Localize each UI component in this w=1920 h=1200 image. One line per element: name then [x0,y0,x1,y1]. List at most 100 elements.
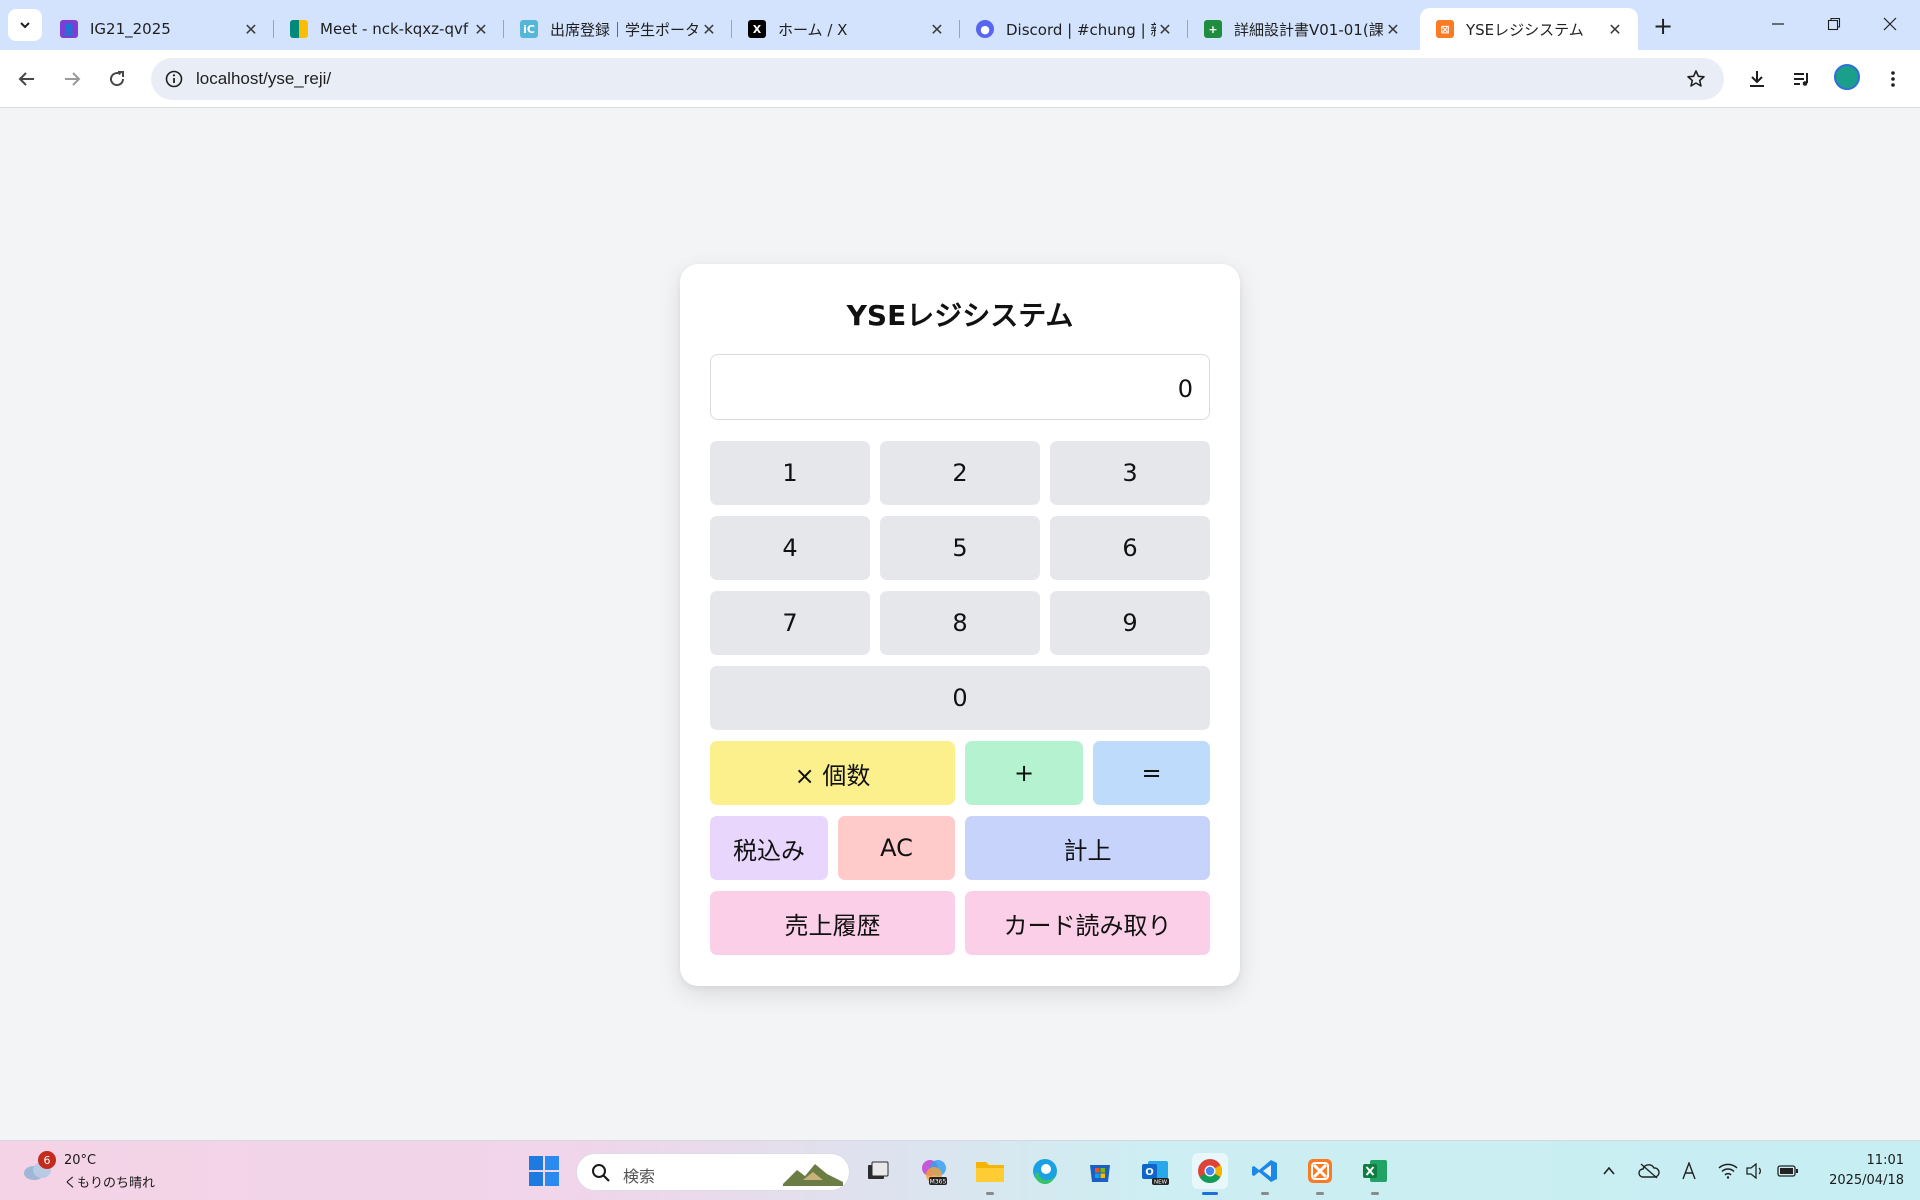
xampp-icon[interactable] [1302,1153,1338,1195]
address-bar[interactable]: localhost/yse_reji/ [151,58,1724,100]
excel-icon[interactable] [1357,1153,1393,1195]
vscode-icon[interactable] [1247,1153,1283,1195]
record-sale-button[interactable]: 計上 [965,816,1210,880]
clock-time: 11:01 [1866,1153,1904,1168]
all-clear-button[interactable]: AC [838,816,955,880]
search-label: 検索 [623,1167,656,1186]
plus-button[interactable]: + [965,741,1083,805]
sales-history-button[interactable]: 売上履歴 [710,891,955,955]
tab-title: Meet - nck-kqxz-qvf [320,20,469,38]
key-1[interactable]: 1 [710,441,870,505]
xampp-icon: ⊠ [1436,20,1454,38]
reload-icon [110,71,125,87]
tab-discord[interactable]: ● Discord | #chung | 新 ✕ [960,8,1188,50]
chevron-down-icon [20,22,30,29]
onedrive-icon[interactable] [1636,1159,1662,1183]
running-indicator [1371,1192,1379,1195]
weather-widget[interactable]: 6 20°C くもりのち晴れ [22,1151,172,1191]
active-indicator [1202,1192,1218,1195]
taskbar-search[interactable]: 検索 [576,1153,850,1191]
key-3[interactable]: 3 [1050,441,1210,505]
restore-button[interactable] [1806,0,1862,48]
x-icon: X [748,20,766,38]
site-info-icon[interactable] [165,70,183,88]
tab-yse-reji[interactable]: ⊠ YSEレジシステム ✕ [1420,8,1638,50]
close-icon[interactable]: ✕ [1384,20,1402,39]
battery-icon[interactable] [1775,1159,1801,1183]
volume-icon[interactable] [1742,1159,1768,1183]
profile-avatar[interactable] [1834,64,1860,90]
close-icon[interactable]: ✕ [242,20,260,39]
close-icon[interactable]: ✕ [700,20,718,39]
tab-meet[interactable]: Meet - nck-kqxz-qvf ✕ [274,8,504,50]
key-2[interactable]: 2 [880,441,1040,505]
key-8[interactable]: 8 [880,591,1040,655]
meet-icon [290,20,308,38]
window-close-button[interactable] [1862,0,1918,48]
file-explorer-icon[interactable] [972,1153,1008,1195]
forward-button[interactable] [56,63,88,95]
key-9[interactable]: 9 [1050,591,1210,655]
close-icon[interactable]: ✕ [928,20,946,39]
close-icon[interactable]: ✕ [1606,20,1624,39]
weather-alert-badge: 6 [38,1151,56,1169]
outlook-new-icon[interactable]: O NEW [1137,1153,1173,1189]
arrow-left-icon [18,72,34,86]
close-icon[interactable]: ✕ [1156,20,1174,39]
ime-mode-icon[interactable] [1676,1159,1702,1183]
tab-sheets[interactable]: + 詳細設計書V01-01(課 ✕ [1188,8,1416,50]
media-queue-icon [1794,73,1808,86]
tab-title: IG21_2025 [90,20,171,38]
page-title: YSEレジシステム [846,299,1074,332]
tab-x[interactable]: X ホーム / X ✕ [732,8,960,50]
edge-icon[interactable] [1027,1153,1063,1189]
key-5[interactable]: 5 [880,516,1040,580]
key-6[interactable]: 6 [1050,516,1210,580]
equals-button[interactable]: = [1093,741,1210,805]
tab-strip: 👤 IG21_2025 ✕ Meet - nck-kqxz-qvf ✕ iC 出… [0,0,1920,50]
svg-text:M365: M365 [930,1179,947,1186]
close-icon[interactable]: ✕ [472,20,490,39]
new-tab-button[interactable]: + [1648,12,1678,40]
tab-title: 詳細設計書V01-01(課 [1234,20,1384,39]
task-view-icon[interactable] [860,1153,896,1189]
more-vertical-icon [1891,71,1895,87]
running-indicator [1316,1192,1324,1195]
back-button[interactable] [11,63,43,95]
download-icon [1750,71,1764,87]
svg-text:NEW: NEW [1154,1180,1168,1186]
key-7[interactable]: 7 [710,591,870,655]
svg-text:O: O [1145,1167,1154,1178]
key-4[interactable]: 4 [710,516,870,580]
key-0[interactable]: 0 [710,666,1210,730]
multiply-quantity-button[interactable]: × 個数 [710,741,955,805]
wifi-icon[interactable] [1715,1159,1741,1183]
tab-title: ホーム / X [778,20,848,39]
register-card: YSEレジシステム 0 1 2 3 4 5 6 7 8 9 0 × 個数 + =… [680,264,1240,986]
reload-button[interactable] [101,63,133,95]
tab-portal[interactable]: iC 出席登録｜学生ポータ ✕ [504,8,732,50]
system-clock[interactable]: 11:01 2025/04/18 [1808,1151,1904,1191]
microsoft-store-icon[interactable] [1082,1153,1118,1189]
amount-display: 0 [710,354,1210,420]
restore-icon [1827,17,1841,31]
bookmark-star-icon[interactable] [1686,69,1706,89]
classroom-icon: 👤 [60,20,78,38]
tab-search-button[interactable] [8,9,42,41]
search-highlight-image [783,1164,843,1186]
browser-toolbar: localhost/yse_reji/ [0,50,1920,108]
running-indicator [1261,1192,1269,1195]
minimize-icon [1772,23,1784,25]
tax-included-button[interactable]: 税込み [710,816,828,880]
show-hidden-icons[interactable] [1596,1159,1622,1183]
chrome-menu-button[interactable] [1877,63,1909,95]
windows-start-icon[interactable] [528,1155,560,1187]
arrow-right-icon [65,72,81,86]
media-controls-button[interactable] [1786,63,1818,95]
tab-classroom[interactable]: 👤 IG21_2025 ✕ [44,8,274,50]
card-read-button[interactable]: カード読み取り [965,891,1210,955]
chrome-icon[interactable] [1192,1153,1228,1195]
minimize-button[interactable] [1750,0,1806,48]
m365-copilot-icon[interactable]: M365 [916,1153,952,1189]
downloads-button[interactable] [1741,63,1773,95]
